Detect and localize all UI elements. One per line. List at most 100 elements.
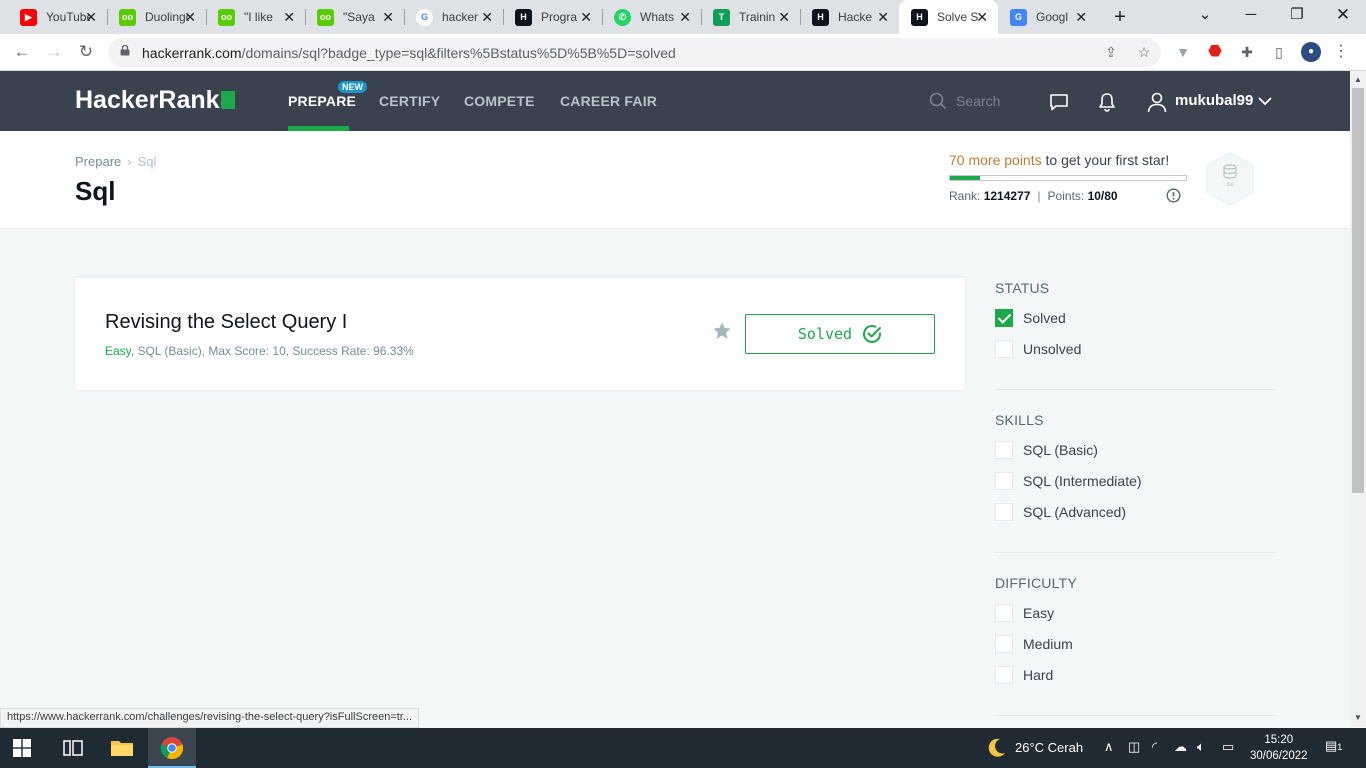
wifi-icon[interactable]: ◜ [1152, 739, 1157, 755]
scroll-down-icon[interactable]: ▼ [1354, 713, 1362, 722]
taskbar-clock[interactable]: 15:20 30/06/2022 [1250, 732, 1308, 764]
breadcrumb-prepare[interactable]: Prepare [75, 154, 121, 169]
filter-unsolved[interactable]: Unsolved [995, 339, 1081, 359]
extensions-puzzle-icon[interactable]: ✚ [1237, 42, 1257, 62]
profile-avatar[interactable]: ● [1301, 42, 1321, 62]
close-window-icon[interactable]: ✕ [1320, 0, 1366, 30]
close-tab-icon[interactable]: ✕ [778, 9, 790, 25]
notifications-bell-icon[interactable] [1096, 91, 1118, 113]
chevron-right-icon: › [127, 154, 132, 169]
info-icon[interactable] [1166, 188, 1181, 203]
filter-hard[interactable]: Hard [995, 665, 1053, 685]
checkbox[interactable] [995, 472, 1013, 490]
training-icon: T [713, 8, 730, 26]
notification-center-icon[interactable]: ▤1 [1325, 738, 1342, 754]
browser-tab[interactable]: T Trainin ✕ [701, 0, 800, 34]
forward-icon[interactable]: → [42, 40, 66, 64]
checkbox[interactable] [995, 666, 1013, 684]
reload-icon[interactable]: ↻ [74, 40, 98, 64]
weather-text[interactable]: 26°C Cerah [1015, 740, 1083, 755]
close-tab-icon[interactable]: ✕ [679, 9, 691, 25]
nav-career-fair[interactable]: CAREER FAIR [560, 93, 657, 109]
browser-tab[interactable]: oo "I like ✕ [206, 0, 305, 34]
windows-start-icon[interactable] [13, 739, 31, 757]
browser-tab[interactable]: G hacker ✕ [404, 0, 503, 34]
back-icon[interactable]: ← [10, 40, 34, 64]
username[interactable]: mukubal99 [1175, 92, 1253, 109]
checkbox-checked[interactable] [995, 309, 1013, 327]
scrollbar-thumb[interactable] [1352, 88, 1364, 493]
scroll-up-icon[interactable]: ▲ [1354, 75, 1362, 84]
close-tab-icon[interactable]: ✕ [877, 9, 889, 25]
extension-vpn-icon[interactable]: ▼ [1173, 42, 1193, 62]
bookmark-star-icon[interactable]: ☆ [1134, 42, 1154, 62]
tab-search-icon[interactable]: ⌄ [1182, 0, 1228, 30]
checkbox[interactable] [995, 604, 1013, 622]
sql-badge-icon[interactable]: Sql [1205, 152, 1255, 206]
side-panel-icon[interactable]: ▯ [1269, 42, 1289, 62]
filter-sql-intermediate[interactable]: SQL (Intermediate) [995, 471, 1142, 491]
page-scrollbar[interactable]: ▲ ▼ [1350, 71, 1366, 727]
close-tab-icon[interactable]: ✕ [283, 9, 295, 25]
filter-solved[interactable]: Solved [995, 308, 1066, 328]
browser-tab-active[interactable]: H Solve S ✕ [899, 0, 998, 34]
browser-tab[interactable]: oo Duolingo ✕ [107, 0, 206, 34]
cloud-icon[interactable]: ☁ [1174, 739, 1187, 755]
user-profile-icon[interactable] [1146, 91, 1168, 113]
filter-divider [995, 715, 1275, 716]
close-tab-icon[interactable]: ✕ [580, 9, 592, 25]
close-tab-icon[interactable]: ✕ [184, 9, 196, 25]
task-view-icon[interactable] [61, 736, 85, 760]
tab-title: hacker [442, 10, 479, 24]
filter-easy[interactable]: Easy [995, 603, 1054, 623]
tray-chevron-up-icon[interactable]: ∧ [1104, 739, 1114, 755]
browser-tab[interactable]: G Googl ✕ [998, 0, 1097, 34]
hackerrank-logo[interactable]: HackerRank [75, 86, 235, 115]
address-bar[interactable]: hackerrank.com/domains/sql?badge_type=sq… [108, 38, 1161, 67]
solved-button[interactable]: Solved [745, 314, 935, 354]
difficulty-label: Easy [105, 344, 131, 358]
bookmark-star-icon[interactable] [712, 321, 732, 341]
lock-icon [120, 45, 130, 56]
minimize-icon[interactable]: ─ [1228, 0, 1274, 30]
share-icon[interactable]: ⇪ [1101, 42, 1121, 62]
file-explorer-icon[interactable] [110, 736, 134, 760]
search-icon[interactable] [929, 92, 947, 110]
browser-tab[interactable]: H Progra ✕ [503, 0, 602, 34]
tab-title: "I like [244, 10, 273, 24]
checkbox[interactable] [995, 503, 1013, 521]
chrome-icon[interactable] [160, 736, 184, 760]
close-tab-icon[interactable]: ✕ [481, 9, 493, 25]
browser-tab[interactable]: oo "Saya ✕ [305, 0, 404, 34]
adblock-icon[interactable]: ⬣ [1205, 42, 1225, 62]
battery-icon[interactable]: ▭ [1222, 739, 1234, 755]
filter-sql-basic[interactable]: SQL (Basic) [995, 440, 1098, 460]
close-tab-icon[interactable]: ✕ [85, 9, 97, 25]
browser-tab[interactable]: H Hacke ✕ [800, 0, 899, 34]
checkbox[interactable] [995, 340, 1013, 358]
checkbox[interactable] [995, 441, 1013, 459]
filter-status-title: STATUS [995, 280, 1050, 296]
close-tab-icon[interactable]: ✕ [1075, 9, 1087, 25]
messages-icon[interactable] [1048, 91, 1070, 113]
close-tab-icon[interactable]: ✕ [976, 9, 988, 25]
search-input[interactable]: Search [956, 93, 1000, 109]
nav-certify[interactable]: CERTIFY [379, 93, 440, 109]
chrome-menu-icon[interactable]: ⋮ [1331, 42, 1351, 62]
weather-moon-icon[interactable] [984, 736, 1008, 760]
checkbox[interactable] [995, 635, 1013, 653]
browser-tab[interactable]: ▶ YouTube ✕ [8, 0, 107, 34]
challenge-card[interactable]: Revising the Select Query I Easy, SQL (B… [75, 278, 965, 390]
filter-sql-advanced[interactable]: SQL (Advanced) [995, 502, 1126, 522]
nav-prepare[interactable]: PREPARE [288, 93, 356, 109]
new-tab-icon[interactable]: + [1097, 2, 1143, 32]
close-tab-icon[interactable]: ✕ [382, 9, 394, 25]
meet-now-icon[interactable]: ◫ [1128, 739, 1140, 755]
challenge-title[interactable]: Revising the Select Query I [105, 311, 347, 334]
nav-compete[interactable]: COMPETE [464, 93, 535, 109]
filter-medium[interactable]: Medium [995, 634, 1073, 654]
browser-tab[interactable]: ✆ Whats ✕ [602, 0, 701, 34]
restore-icon[interactable]: ❐ [1274, 0, 1320, 30]
volume-icon[interactable]: 🔈︎ [1197, 739, 1205, 755]
chevron-down-icon[interactable] [1258, 95, 1272, 107]
